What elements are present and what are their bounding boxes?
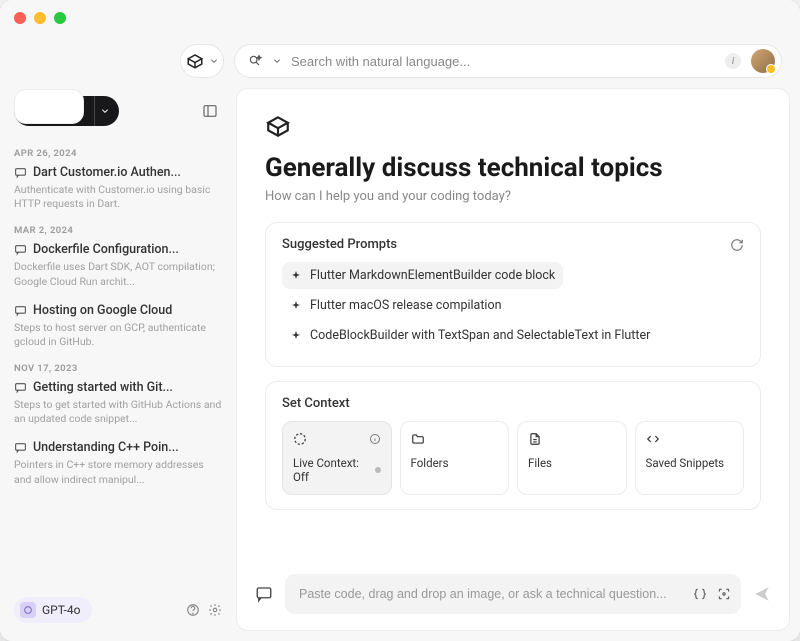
main-panel: Generally discuss technical topics How c…	[236, 88, 790, 631]
brand-icon	[265, 113, 761, 139]
refresh-prompts-button[interactable]	[730, 238, 744, 252]
composer[interactable]	[285, 574, 741, 614]
toggle-sidebar-button[interactable]	[198, 99, 222, 123]
model-selector[interactable]: GPT-4o	[14, 597, 92, 623]
chat-list: APR 26, 2024 Dart Customer.io Authen... …	[0, 136, 236, 589]
code-icon	[646, 432, 660, 446]
sparkle-icon	[290, 330, 302, 342]
info-icon[interactable]: i	[725, 53, 741, 69]
model-logo-icon	[20, 602, 36, 618]
model-name: GPT-4o	[42, 603, 80, 617]
set-context-card: Set Context Live Context: Off	[265, 381, 761, 510]
plus-icon	[47, 90, 59, 102]
chat-item[interactable]: Understanding C++ Poin... Pointers in C+…	[14, 440, 222, 486]
app-body: New chat APR 26, 2024 Dart Customer.io A…	[0, 88, 800, 641]
titlebar	[0, 0, 800, 36]
sparkle-icon	[290, 300, 302, 312]
chat-icon	[14, 304, 27, 317]
chat-item[interactable]: Hosting on Google Cloud Steps to host se…	[14, 303, 222, 349]
avatar[interactable]	[751, 49, 775, 73]
composer-input[interactable]	[299, 587, 683, 601]
search-input[interactable]	[291, 54, 715, 69]
date-header: APR 26, 2024	[14, 148, 222, 159]
scan-icon	[717, 587, 731, 601]
context-files[interactable]: Files	[517, 421, 627, 495]
app-window: i New chat A	[0, 0, 800, 641]
panel-icon	[202, 103, 218, 119]
composer-row	[237, 564, 789, 630]
chat-icon	[14, 381, 27, 394]
chat-mode-button[interactable]	[255, 585, 273, 603]
settings-button[interactable]	[208, 603, 222, 617]
chevron-down-icon	[101, 107, 109, 115]
help-button[interactable]	[186, 603, 200, 617]
folder-icon	[411, 432, 425, 446]
chat-icon	[14, 243, 27, 256]
file-icon	[528, 432, 542, 446]
suggested-prompts-card: Suggested Prompts Flutter MarkdownElemen…	[265, 222, 761, 367]
chat-icon	[14, 441, 27, 454]
topbar: i	[0, 36, 800, 88]
suggested-prompt[interactable]: Flutter macOS release compilation	[282, 292, 744, 319]
date-header: MAR 2, 2024	[14, 225, 222, 236]
minimize-window-button[interactable]	[34, 12, 46, 24]
sidebar: New chat APR 26, 2024 Dart Customer.io A…	[0, 88, 236, 641]
new-chat-dropdown[interactable]	[94, 96, 119, 126]
workspace-dropdown[interactable]	[180, 44, 224, 78]
context-folders[interactable]: Folders	[400, 421, 510, 495]
refresh-icon	[730, 238, 744, 252]
page-subtitle: How can I help you and your coding today…	[265, 189, 761, 204]
chat-bubble-icon	[255, 585, 273, 603]
close-window-button[interactable]	[14, 12, 26, 24]
search-bar[interactable]: i	[234, 44, 782, 78]
send-button[interactable]	[753, 585, 771, 603]
live-icon	[293, 432, 307, 446]
sidebar-footer: GPT-4o	[0, 589, 236, 633]
help-icon	[186, 603, 200, 617]
suggested-title: Suggested Prompts	[282, 237, 397, 252]
chat-item[interactable]: Dockerfile Configuration... Dockerfile u…	[14, 242, 222, 288]
window-controls	[14, 12, 66, 24]
suggested-prompt[interactable]: Flutter MarkdownElementBuilder code bloc…	[282, 262, 563, 289]
chat-item[interactable]: Dart Customer.io Authen... Authenticate …	[14, 165, 222, 211]
suggested-prompt[interactable]: CodeBlockBuilder with TextSpan and Selec…	[282, 322, 744, 349]
chat-icon	[14, 166, 27, 179]
fullscreen-button[interactable]	[717, 587, 731, 601]
maximize-window-button[interactable]	[54, 12, 66, 24]
sparkle-icon	[290, 270, 302, 282]
gear-icon	[208, 603, 222, 617]
context-snippets[interactable]: Saved Snippets	[635, 421, 745, 495]
info-icon	[369, 433, 381, 445]
date-header: NOV 17, 2023	[14, 363, 222, 374]
new-chat-label: New chat	[27, 108, 79, 123]
chevron-down-icon	[210, 57, 218, 65]
status-dot	[375, 467, 381, 473]
new-chat-button[interactable]: New chat	[14, 96, 119, 126]
sparkle-search-icon	[247, 53, 263, 69]
chat-item[interactable]: Getting started with Git... Steps to get…	[14, 380, 222, 426]
insert-code-button[interactable]	[693, 587, 707, 601]
braces-icon	[693, 587, 707, 601]
context-live[interactable]: Live Context: Off	[282, 421, 392, 495]
chevron-down-icon	[273, 57, 281, 65]
context-title: Set Context	[282, 396, 350, 411]
send-icon	[753, 585, 771, 603]
page-title: Generally discuss technical topics	[265, 153, 761, 183]
box-icon	[186, 52, 204, 70]
